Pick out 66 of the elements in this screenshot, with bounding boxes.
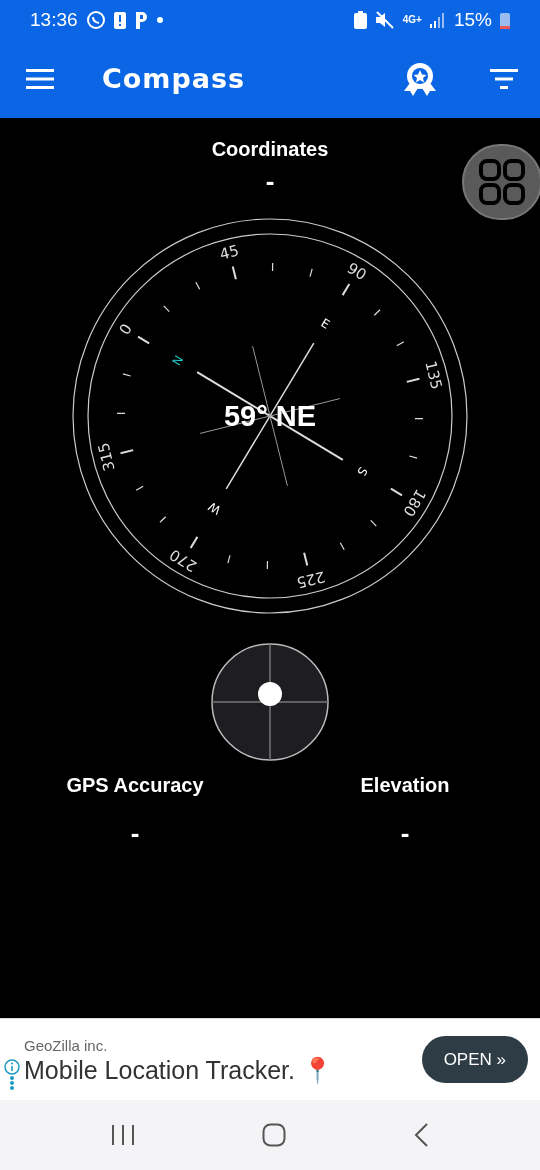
filter-icon[interactable] xyxy=(490,69,518,89)
reading-value: - xyxy=(400,820,410,846)
tick-mark xyxy=(309,268,313,278)
tick-mark xyxy=(231,265,237,281)
chat-icon xyxy=(85,10,106,30)
open-button[interactable]: OPEN » xyxy=(421,1035,528,1084)
tick-mark xyxy=(135,485,144,491)
tick-mark xyxy=(370,519,377,527)
heading-readout: 59° NE xyxy=(223,399,317,432)
tick-mark xyxy=(195,281,201,290)
signal-icon xyxy=(429,12,446,28)
recents-icon[interactable] xyxy=(111,1124,136,1146)
battery-percent: 15% xyxy=(453,7,492,32)
more-icon[interactable] xyxy=(9,1074,15,1091)
parking-icon xyxy=(133,11,148,29)
cardinal-letter: W xyxy=(205,499,224,518)
tick-mark xyxy=(189,535,199,549)
dial-label: 270 xyxy=(166,545,201,576)
tick-mark xyxy=(271,262,274,272)
tick-mark xyxy=(119,449,135,455)
tick-mark xyxy=(414,417,424,420)
home-icon[interactable] xyxy=(262,1123,286,1147)
battery-saver-icon xyxy=(353,11,367,29)
reading-label: Elevation xyxy=(360,773,450,798)
dial-label: 225 xyxy=(294,567,327,592)
status-time: 13:36 xyxy=(30,7,78,32)
tick-mark xyxy=(405,377,421,383)
tick-mark xyxy=(396,341,405,347)
app-title: Compass xyxy=(102,61,246,96)
reading-value: - xyxy=(130,820,140,846)
tick-mark xyxy=(339,542,345,551)
tick-mark xyxy=(116,412,126,415)
info-icon[interactable] xyxy=(4,1058,20,1075)
cardinal-letter: S xyxy=(354,464,371,479)
battery-icon xyxy=(500,11,510,29)
grid-icon xyxy=(477,157,527,207)
tick-mark xyxy=(389,487,403,497)
tick-mark xyxy=(122,373,132,377)
alert-icon xyxy=(113,11,126,29)
dial-label: 45 xyxy=(217,241,241,264)
tick-mark xyxy=(373,309,381,316)
award-icon[interactable] xyxy=(402,61,438,97)
mute-icon xyxy=(374,11,395,29)
coordinates-label: Coordinates xyxy=(211,137,329,162)
tick-mark xyxy=(227,554,231,564)
tick-mark xyxy=(137,335,151,345)
dial-label: 0 xyxy=(115,320,136,338)
dial-label: 135 xyxy=(421,359,446,392)
tick-mark xyxy=(408,455,418,459)
menu-icon[interactable] xyxy=(26,69,54,89)
dial-label: 315 xyxy=(94,440,119,473)
coordinates-value: - xyxy=(265,168,275,194)
tick-mark xyxy=(266,560,269,570)
reading-label: GPS Accuracy xyxy=(66,773,204,798)
dial-label: 90 xyxy=(343,258,370,285)
dot-icon xyxy=(155,16,164,24)
advertiser-name: GeoZilla inc. xyxy=(24,1035,109,1056)
tick-mark xyxy=(163,305,170,313)
tick-mark xyxy=(341,283,351,297)
cardinal-letter: E xyxy=(318,315,333,332)
tick-mark xyxy=(303,551,309,567)
network-type: 4G+ xyxy=(402,15,422,25)
cardinal-letter: N xyxy=(169,353,187,369)
tick-mark xyxy=(159,516,167,523)
ad-headline[interactable]: Mobile Location Tracker. 📍 xyxy=(24,1057,333,1085)
back-icon[interactable] xyxy=(412,1123,429,1147)
